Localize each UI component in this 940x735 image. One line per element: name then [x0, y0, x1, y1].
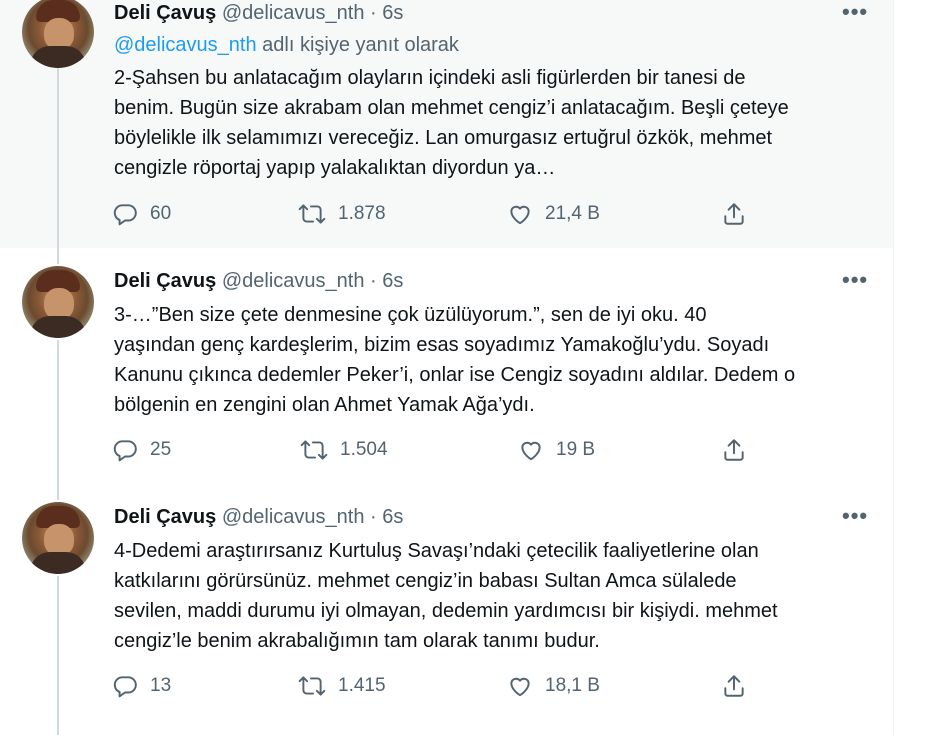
tweet-text: 3-…”Ben size çete denmesine çok üzülüyor… — [114, 304, 796, 416]
retweet-button[interactable]: 1.878 — [298, 201, 386, 227]
author-name[interactable]: Deli Çavuş — [114, 506, 216, 528]
tweet-actions: 25 1.504 19 B — [0, 437, 893, 467]
retweet-button[interactable]: 1.504 — [300, 437, 388, 463]
reply-count: 60 — [150, 203, 172, 224]
like-button[interactable]: 19 B — [518, 437, 595, 463]
reply-to-label: adlı kişiye yanıt olarak — [262, 34, 459, 56]
like-count: 19 B — [556, 439, 596, 460]
tweet-3[interactable]: Deli Çavuş @delicavus_nth · 6s ••• 4-Ded… — [0, 488, 893, 735]
like-button[interactable]: 18,1 B — [507, 673, 600, 699]
avatar[interactable] — [22, 502, 94, 574]
reply-context: @delicavus_nth adlı kişiye yanıt olarak — [114, 34, 459, 57]
like-icon — [510, 677, 530, 697]
thread-line — [57, 576, 59, 735]
retweet-button[interactable]: 1.415 — [298, 673, 386, 699]
reply-button[interactable]: 13 — [112, 673, 171, 699]
share-button[interactable] — [721, 437, 747, 463]
author-name[interactable]: Deli Çavuş — [114, 2, 216, 24]
separator-dot: · — [370, 270, 377, 292]
author-handle[interactable]: @delicavus_nth — [222, 506, 365, 528]
timestamp[interactable]: 6s — [382, 506, 403, 528]
avatar[interactable] — [22, 266, 94, 338]
more-icon[interactable]: ••• — [842, 1, 868, 23]
retweet-count: 1.878 — [338, 203, 386, 224]
retweet-count: 1.504 — [340, 439, 388, 460]
like-count: 21,4 B — [545, 203, 600, 224]
tweet-header: Deli Çavuş @delicavus_nth · 6s — [114, 268, 403, 294]
reply-button[interactable]: 25 — [112, 437, 171, 463]
tweet-2[interactable]: Deli Çavuş @delicavus_nth · 6s ••• 3-…”B… — [0, 248, 893, 488]
like-icon — [521, 441, 541, 461]
reply-button[interactable]: 60 — [112, 201, 171, 227]
retweet-icon — [300, 440, 328, 460]
thread-line-top — [57, 488, 59, 500]
tweet-header: Deli Çavuş @delicavus_nth · 6s — [114, 0, 403, 26]
more-icon[interactable]: ••• — [842, 269, 868, 291]
share-icon — [724, 439, 744, 461]
like-icon — [510, 205, 530, 225]
thread-line-top — [57, 248, 59, 264]
tweet-actions: 13 1.415 18,1 B — [0, 673, 893, 703]
share-button[interactable] — [721, 673, 747, 699]
reply-to-handle-link[interactable]: @delicavus_nth — [114, 34, 257, 56]
right-panel-edge — [893, 0, 940, 735]
timestamp[interactable]: 6s — [382, 2, 403, 24]
retweet-icon — [298, 204, 326, 224]
share-icon — [724, 675, 744, 697]
share-button[interactable] — [721, 201, 747, 227]
tweet-text: 4-Dedemi araştırırsanız Kurtuluş Savaşı’… — [114, 540, 778, 652]
separator-dot: · — [370, 506, 377, 528]
share-icon — [724, 203, 744, 225]
reply-icon — [113, 676, 137, 698]
tweet-header: Deli Çavuş @delicavus_nth · 6s — [114, 504, 403, 530]
avatar[interactable] — [22, 0, 94, 68]
author-handle[interactable]: @delicavus_nth — [222, 2, 365, 24]
tweet-text: 2-Şahsen bu anlatacağım olayların içinde… — [114, 67, 789, 179]
retweet-icon — [298, 676, 326, 696]
reply-icon — [113, 204, 137, 226]
reply-count: 25 — [150, 439, 172, 460]
separator-dot: · — [370, 2, 377, 24]
more-icon[interactable]: ••• — [842, 505, 868, 527]
like-count: 18,1 B — [545, 675, 600, 696]
retweet-count: 1.415 — [338, 675, 386, 696]
tweet-1[interactable]: Deli Çavuş @delicavus_nth · 6s ••• @deli… — [0, 0, 893, 248]
author-handle[interactable]: @delicavus_nth — [222, 270, 365, 292]
tweet-actions: 60 1.878 21,4 B — [0, 201, 893, 231]
author-name[interactable]: Deli Çavuş — [114, 270, 216, 292]
timestamp[interactable]: 6s — [382, 270, 403, 292]
like-button[interactable]: 21,4 B — [507, 201, 600, 227]
reply-icon — [113, 440, 137, 462]
reply-count: 13 — [150, 675, 172, 696]
